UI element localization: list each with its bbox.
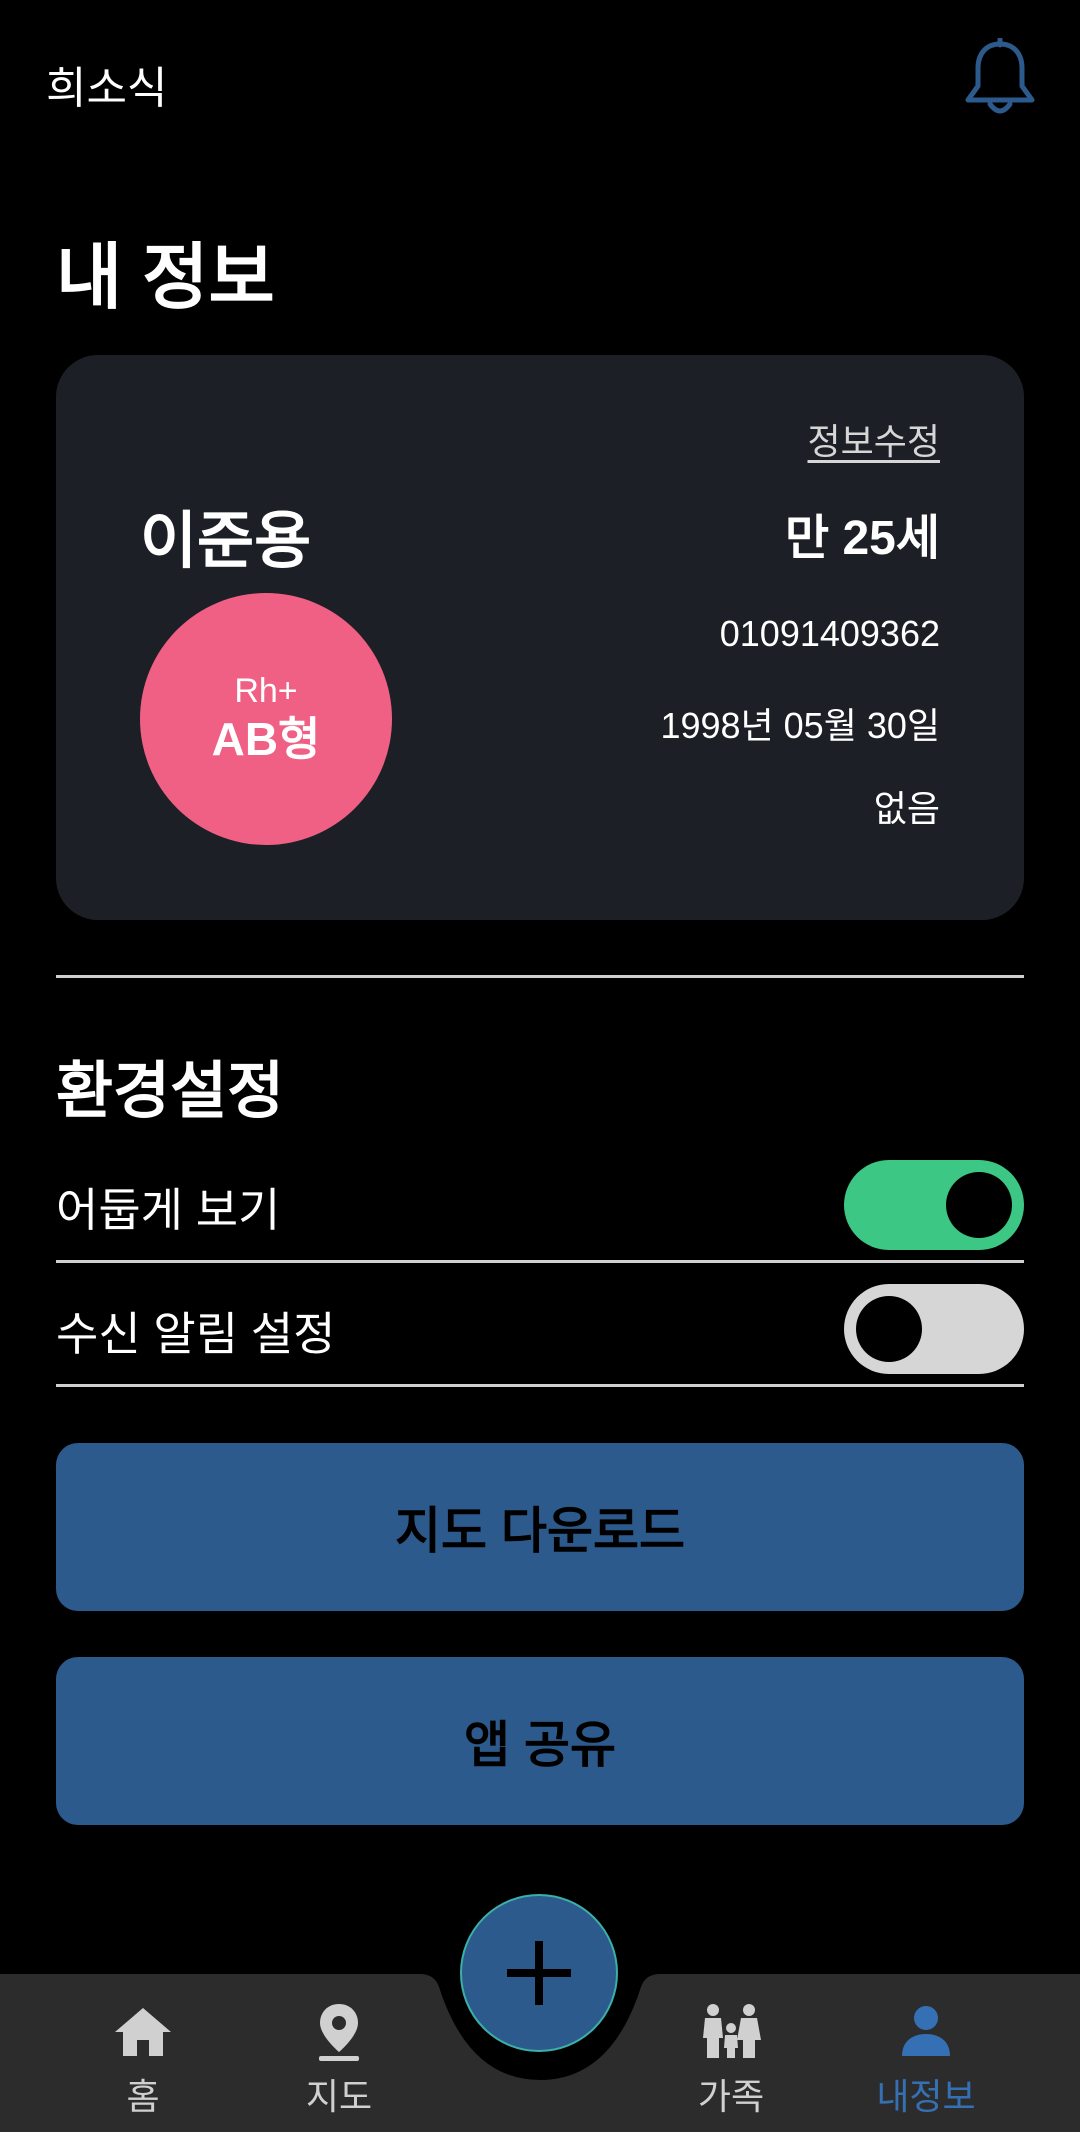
toggle-knob <box>946 1172 1012 1238</box>
rh-factor: Rh+ <box>234 672 298 710</box>
share-app-button[interactable]: 앱 공유 <box>56 1657 1024 1825</box>
blood-type: AB형 <box>211 713 321 765</box>
settings-title: 환경설정 <box>56 1057 285 1126</box>
plus-icon <box>507 1941 571 2005</box>
section-divider <box>56 975 1024 978</box>
notification-toggle[interactable] <box>844 1284 1024 1374</box>
row-divider <box>56 1260 1024 1263</box>
setting-label: 수신 알림 설정 <box>56 1308 336 1360</box>
add-fab-button[interactable] <box>460 1894 618 2052</box>
setting-notifications: 수신 알림 설정 <box>56 1264 1024 1384</box>
nav-label: 가족 <box>697 2076 765 2117</box>
map-pin-icon <box>319 2004 359 2061</box>
nav-label: 홈 <box>126 2076 160 2117</box>
nav-item-family[interactable]: 가족 <box>661 2000 801 2120</box>
home-icon <box>115 2008 171 2056</box>
disease-info: 없음 <box>873 788 940 829</box>
nav-item-map[interactable]: 지도 <box>269 2000 409 2120</box>
nav-item-my-info[interactable]: 내정보 <box>856 2000 996 2120</box>
top-app-bar: 희소식 <box>0 0 1080 160</box>
dark-mode-toggle[interactable] <box>844 1160 1024 1250</box>
blood-type-badge: Rh+ AB형 <box>140 593 392 845</box>
nav-label: 내정보 <box>876 2076 976 2117</box>
phone-number: 01091409362 <box>719 613 940 654</box>
user-name: 이준용 <box>140 507 312 576</box>
user-age: 만 25세 <box>784 512 940 565</box>
setting-dark-mode: 어둡게 보기 <box>56 1140 1024 1260</box>
setting-label: 어둡게 보기 <box>56 1184 281 1236</box>
app-title: 희소식 <box>46 64 168 113</box>
bell-icon[interactable] <box>962 38 1038 118</box>
birth-date: 1998년 05월 30일 <box>660 705 940 746</box>
edit-profile-link[interactable]: 정보수정 <box>808 413 940 465</box>
nav-item-home[interactable]: 홈 <box>73 2000 213 2120</box>
person-icon <box>902 2006 950 2056</box>
toggle-knob <box>856 1296 922 1362</box>
nav-label: 지도 <box>305 2076 373 2117</box>
row-divider <box>56 1384 1024 1387</box>
profile-card: 정보수정 이준용 만 25세 Rh+ AB형 01091409362 1998년… <box>56 355 1024 920</box>
family-icon <box>703 2004 761 2058</box>
map-download-button[interactable]: 지도 다운로드 <box>56 1443 1024 1611</box>
page-title: 내 정보 <box>56 238 275 318</box>
